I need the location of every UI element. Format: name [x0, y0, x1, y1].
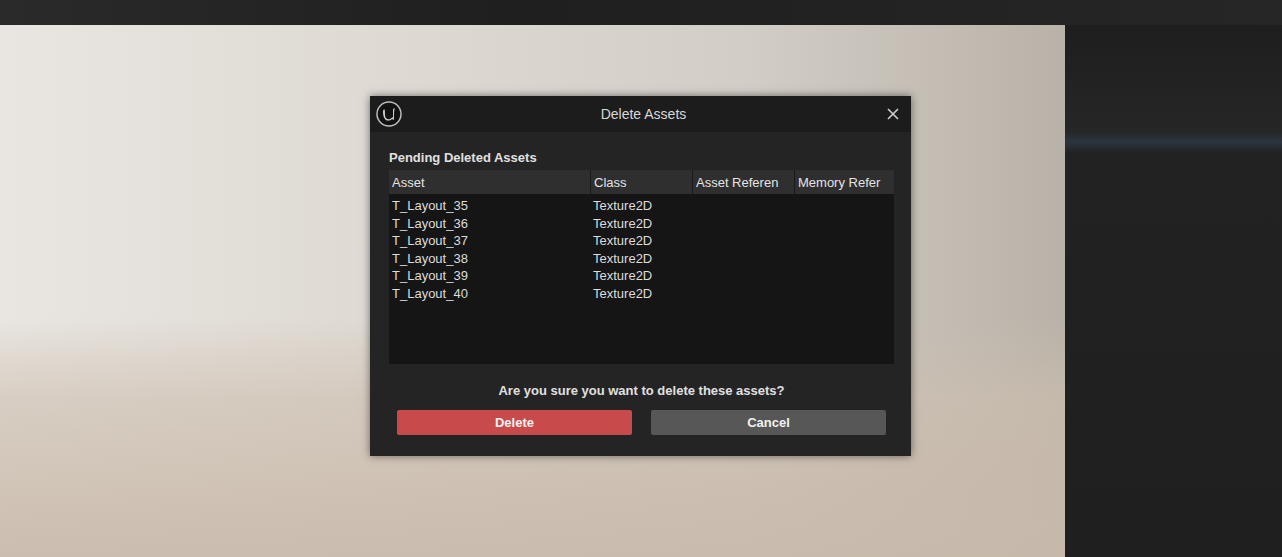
asset-cell: T_Layout_39: [389, 267, 590, 285]
memory-references-cell: [794, 215, 894, 233]
class-cell: Texture2D: [590, 232, 692, 250]
column-header[interactable]: Memory Refer: [794, 170, 894, 194]
memory-references-cell: [794, 285, 894, 303]
viewport: Delete Assets Pending Deleted Assets Asset…: [0, 25, 1065, 557]
asset-references-cell: [692, 215, 794, 233]
asset-references-cell: [692, 250, 794, 268]
memory-references-cell: [794, 197, 894, 215]
table-body: T_Layout_35Texture2DT_Layout_36Texture2D…: [389, 194, 894, 364]
class-cell: Texture2D: [590, 197, 692, 215]
section-label: Pending Deleted Assets: [389, 150, 894, 165]
asset-cell: T_Layout_37: [389, 232, 590, 250]
memory-references-cell: [794, 267, 894, 285]
asset-references-cell: [692, 267, 794, 285]
asset-references-cell: [692, 232, 794, 250]
class-cell: Texture2D: [590, 285, 692, 303]
class-cell: Texture2D: [590, 250, 692, 268]
editor-screen: Delete Assets Pending Deleted Assets Asset…: [0, 0, 1282, 557]
table-row[interactable]: T_Layout_35Texture2D: [389, 197, 894, 215]
table-row[interactable]: T_Layout_37Texture2D: [389, 232, 894, 250]
delete-button[interactable]: Delete: [397, 410, 632, 435]
button-row: Delete Cancel: [389, 410, 894, 435]
dialog-body: Pending Deleted Assets AssetClassAsset Re…: [370, 132, 911, 456]
table-row[interactable]: T_Layout_39Texture2D: [389, 267, 894, 285]
close-icon: [887, 108, 899, 120]
column-header[interactable]: Asset Referen: [692, 170, 794, 194]
class-cell: Texture2D: [590, 267, 692, 285]
table-row[interactable]: T_Layout_40Texture2D: [389, 285, 894, 303]
assets-table: AssetClassAsset ReferenMemory ReferT_Lay…: [389, 170, 894, 364]
memory-references-cell: [794, 232, 894, 250]
column-header[interactable]: Asset: [389, 170, 590, 194]
table-row[interactable]: T_Layout_36Texture2D: [389, 215, 894, 233]
table-row[interactable]: T_Layout_38Texture2D: [389, 250, 894, 268]
cancel-button[interactable]: Cancel: [651, 410, 886, 435]
dialog-title: Delete Assets: [402, 106, 885, 122]
asset-cell: T_Layout_38: [389, 250, 590, 268]
close-button[interactable]: [885, 106, 901, 122]
editor-main: Delete Assets Pending Deleted Assets Asset…: [0, 25, 1282, 557]
class-cell: Texture2D: [590, 215, 692, 233]
column-header[interactable]: Class: [590, 170, 692, 194]
asset-references-cell: [692, 197, 794, 215]
asset-cell: T_Layout_40: [389, 285, 590, 303]
top-bar: [0, 0, 1282, 25]
asset-cell: T_Layout_36: [389, 215, 590, 233]
table-header: AssetClassAsset ReferenMemory Refer: [389, 170, 894, 194]
dialog-title-bar: Delete Assets: [370, 96, 911, 132]
delete-assets-dialog: Delete Assets Pending Deleted Assets Asset…: [370, 96, 911, 456]
asset-references-cell: [692, 285, 794, 303]
details-panel: [1065, 25, 1282, 557]
memory-references-cell: [794, 250, 894, 268]
unreal-logo-icon: [376, 101, 402, 127]
asset-cell: T_Layout_35: [389, 197, 590, 215]
confirm-prompt: Are you sure you want to delete these as…: [389, 383, 894, 398]
